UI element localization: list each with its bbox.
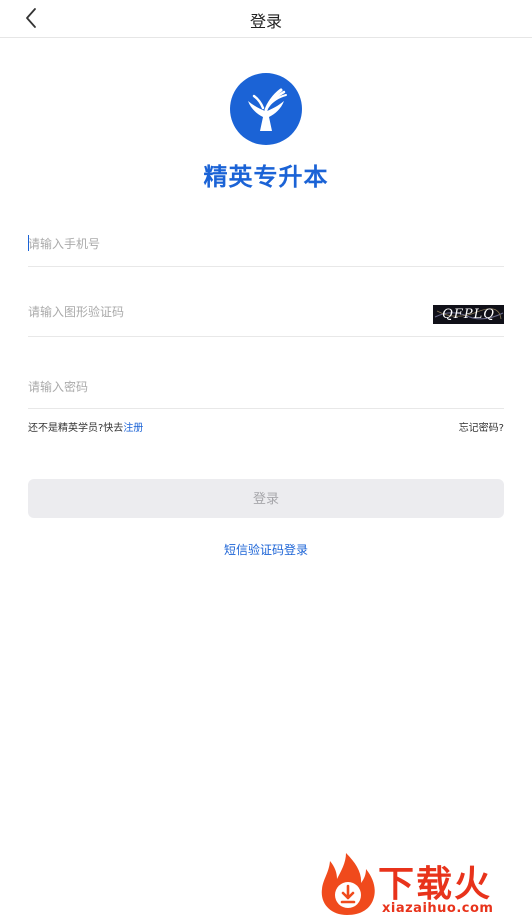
text-cursor (28, 235, 29, 251)
nav-bar: 登录 (0, 0, 532, 38)
brand-name: 精英专升本 (203, 163, 329, 191)
login-button[interactable]: 登录 (28, 479, 504, 518)
captcha-image[interactable]: QFPLQ (433, 305, 504, 324)
login-screen: 登录 精英专升本 QFPLQ 还不是精英学员?快去注册 忘记密码? (0, 0, 532, 922)
captcha-field: QFPLQ (28, 301, 504, 337)
watermark-title: 下载火 (378, 864, 493, 905)
forgot-password-link[interactable]: 忘记密码? (459, 419, 504, 434)
not-member-text: 还不是精英学员?快去 (28, 423, 124, 434)
watermark-url: xiazaihuo.com (382, 901, 494, 916)
flame-download-logo (321, 853, 375, 915)
links-row: 还不是精英学员?快去注册 忘记密码? (28, 419, 504, 434)
phone-input[interactable] (28, 234, 388, 254)
phone-field (28, 233, 504, 267)
page-title: 登录 (249, 12, 282, 31)
register-prompt: 还不是精英学员?快去注册 (28, 419, 143, 434)
password-field (28, 376, 504, 409)
sms-login-link[interactable]: 短信验证码登录 (0, 541, 532, 558)
watermark: 下载火 xiazaihuo.com (312, 853, 528, 919)
book-tree-logo-icon (230, 73, 302, 145)
captcha-input[interactable] (28, 302, 388, 322)
register-link[interactable]: 注册 (123, 423, 143, 434)
password-input[interactable] (28, 377, 388, 397)
captcha-text: QFPLQ (442, 307, 495, 322)
brand-logo (230, 73, 302, 145)
